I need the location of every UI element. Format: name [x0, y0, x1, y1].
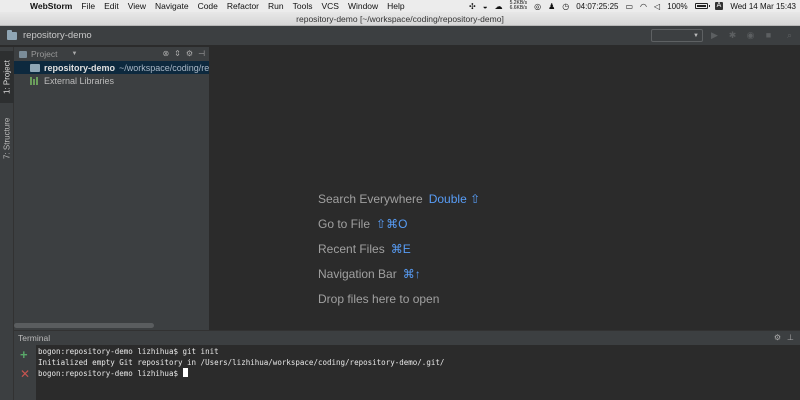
- terminal-line: bogon:repository-demo lizhihua$ git init: [38, 347, 219, 356]
- net-down: 6.6KB/s: [509, 5, 528, 11]
- menu-code[interactable]: Code: [198, 1, 218, 11]
- run-icon[interactable]: ▶: [709, 30, 720, 41]
- hint-drop-files: Drop files here to open: [318, 292, 439, 306]
- menubar-tray: ✣ ◒ ☁ 5.2KB/s 6.6KB/s ◎ ♟ ◷ 04:07:25:25 …: [469, 0, 796, 12]
- hide-panel-icon[interactable]: ⊥: [787, 333, 794, 342]
- menu-tools[interactable]: Tools: [293, 1, 313, 11]
- hint-recent-files: Recent Files ⌘E: [318, 242, 411, 256]
- project-panel-actions: ⊗ ⇕ ⚙ ⊣: [162, 49, 205, 58]
- tab-project[interactable]: 1: Project: [0, 51, 14, 103]
- folder-icon: [30, 63, 40, 72]
- hint-shortcut: ⇧⌘O: [376, 217, 408, 231]
- project-view-select[interactable]: Project: [31, 49, 57, 59]
- navigation-bar: repository-demo ▼ ▶ ✱ ◉ ■ ⌕: [0, 26, 800, 46]
- tab-project-label: 1: Project: [2, 60, 12, 94]
- hint-label: Search Everywhere: [318, 192, 423, 206]
- stop-icon[interactable]: ■: [763, 30, 774, 41]
- tree-item-path: ~/workspace/coding/repository-demo: [119, 62, 209, 73]
- menubar-clock[interactable]: Wed 14 Mar 15:43: [730, 2, 796, 11]
- hint-search-everywhere: Search Everywhere Double ⇧: [318, 192, 480, 206]
- menu-window[interactable]: Window: [348, 1, 378, 11]
- horizontal-scrollbar[interactable]: [14, 323, 154, 328]
- hint-go-to-file: Go to File ⇧⌘O: [318, 217, 407, 231]
- menu-file[interactable]: File: [81, 1, 95, 11]
- timer-icon[interactable]: ◷: [562, 2, 569, 11]
- menu-run[interactable]: Run: [268, 1, 284, 11]
- project-panel: Project ▼ ⊗ ⇕ ⚙ ⊣ repository-demo ~/work…: [14, 47, 210, 330]
- battery-icon[interactable]: [694, 3, 710, 9]
- hint-shortcut: ⌘↑: [402, 267, 421, 281]
- project-icon: [19, 50, 27, 58]
- terminal-title: Terminal: [18, 333, 51, 343]
- terminal-cursor: [182, 368, 188, 377]
- uptime-counter: 04:07:25:25: [576, 1, 619, 11]
- wifi-icon[interactable]: ◠: [640, 2, 647, 11]
- terminal-output[interactable]: bogon:repository-demo lizhihua$ git init…: [38, 346, 444, 379]
- hint-label: Drop files here to open: [318, 292, 440, 306]
- menu-view[interactable]: View: [128, 1, 146, 11]
- editor-empty-area[interactable]: Search Everywhere Double ⇧ Go to File ⇧⌘O …: [211, 47, 800, 330]
- macos-menubar: WebStorm File Edit View Navigate Code Re…: [0, 0, 800, 12]
- hint-label: Navigation Bar: [318, 267, 397, 281]
- pin-icon[interactable]: ♟: [548, 2, 555, 11]
- collapse-all-icon[interactable]: ⇕: [174, 49, 181, 58]
- window-title: repository-demo [~/workspace/coding/repo…: [296, 13, 504, 24]
- battery-percent: 100%: [667, 1, 688, 11]
- terminal-panel: Terminal ⚙ ⊥ + ✕ bogon:repository-demo l…: [14, 330, 800, 400]
- tab-structure-label: 7: Structure: [2, 117, 12, 159]
- baidu-icon[interactable]: ◒: [483, 2, 488, 11]
- menu-navigate[interactable]: Navigate: [155, 1, 189, 11]
- network-speed: 5.2KB/s 6.6KB/s: [510, 1, 528, 11]
- debug-icon[interactable]: ✱: [727, 30, 738, 41]
- chevron-down-icon: ▼: [693, 33, 699, 39]
- new-session-icon[interactable]: +: [20, 348, 28, 361]
- hint-navigation-bar: Navigation Bar ⌘↑: [318, 267, 421, 281]
- tab-structure[interactable]: 7: Structure: [0, 109, 14, 167]
- window-titlebar: repository-demo [~/workspace/coding/repo…: [0, 12, 800, 26]
- project-panel-header: Project ▼ ⊗ ⇕ ⚙ ⊣: [14, 47, 209, 61]
- cloud-icon[interactable]: ☁: [495, 2, 503, 11]
- input-method-badge[interactable]: A: [714, 2, 724, 10]
- close-session-icon[interactable]: ✕: [20, 368, 30, 380]
- hint-label: Recent Files: [318, 242, 385, 256]
- menu-vcs[interactable]: VCS: [321, 1, 338, 11]
- volume-icon[interactable]: ◁: [654, 2, 660, 11]
- library-icon: [30, 76, 40, 85]
- tree-item-name: repository-demo: [44, 62, 116, 73]
- coverage-icon[interactable]: ◉: [745, 30, 756, 41]
- terminal-header: Terminal ⚙ ⊥: [14, 331, 800, 345]
- gear-icon[interactable]: ⚙: [186, 49, 193, 58]
- gear-icon[interactable]: ⚙: [774, 333, 781, 342]
- search-icon[interactable]: ⌕: [784, 30, 795, 41]
- folder-icon: [7, 29, 17, 40]
- hide-panel-icon[interactable]: ⊣: [198, 49, 205, 58]
- scroll-from-source-icon[interactable]: ⊗: [162, 49, 169, 58]
- tree-item-name: External Libraries: [44, 75, 115, 86]
- screen-icon[interactable]: ▭: [625, 2, 633, 11]
- terminal-toolbar: + ✕: [14, 345, 36, 400]
- battery-fill: [696, 5, 706, 7]
- hint-shortcut: Double ⇧: [428, 192, 481, 206]
- paw-icon[interactable]: ✣: [469, 2, 476, 11]
- menu-edit[interactable]: Edit: [104, 1, 119, 11]
- menu-app-name[interactable]: WebStorm: [30, 1, 72, 11]
- breadcrumb-project[interactable]: repository-demo: [23, 30, 92, 41]
- hint-shortcut: ⌘E: [390, 242, 411, 256]
- terminal-prompt-line: bogon:repository-demo lizhihua$: [38, 368, 444, 379]
- hint-label: Go to File: [318, 217, 371, 231]
- tree-item-project-root[interactable]: repository-demo ~/workspace/coding/repos…: [14, 61, 209, 74]
- left-tool-stripe: 1: Project 7: Structure: [0, 47, 14, 400]
- chevron-down-icon[interactable]: ▼: [71, 51, 77, 57]
- run-configuration-select[interactable]: ▼: [651, 29, 703, 42]
- menu-help[interactable]: Help: [387, 1, 404, 11]
- menu-refactor[interactable]: Refactor: [227, 1, 259, 11]
- tree-item-external-libraries[interactable]: External Libraries: [14, 74, 209, 87]
- chat-icon[interactable]: ◎: [534, 2, 541, 11]
- terminal-line: Initialized empty Git repository in /Use…: [38, 358, 445, 367]
- terminal-prompt: bogon:repository-demo lizhihua$: [38, 369, 183, 378]
- terminal-header-actions: ⚙ ⊥: [774, 333, 794, 342]
